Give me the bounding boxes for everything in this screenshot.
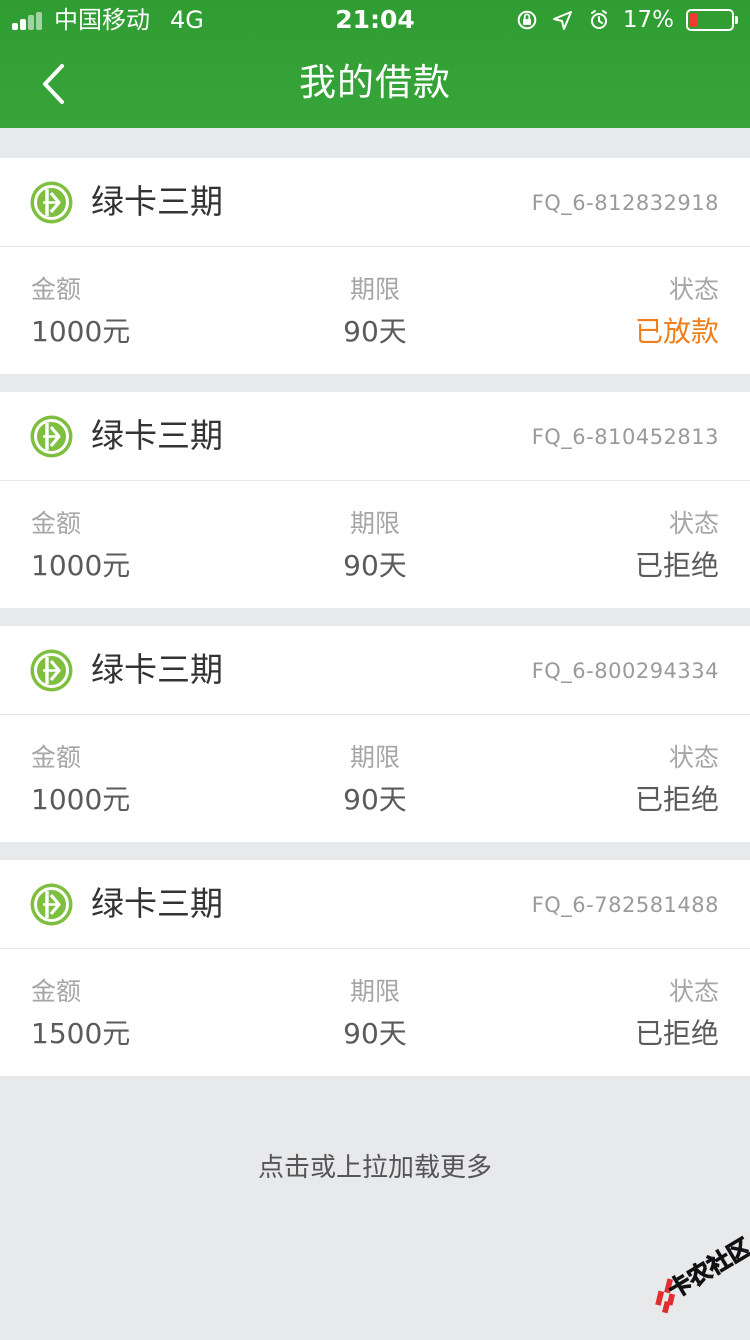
battery-percentage: 17%	[622, 7, 674, 33]
green-card-logo-icon	[30, 181, 73, 224]
loan-card-header: 绿卡三期 FQ_6-800294334	[0, 626, 750, 715]
status-value: 已放款	[634, 315, 719, 348]
status-value: 已拒绝	[634, 1017, 719, 1050]
loan-product-name: 绿卡三期	[91, 884, 223, 923]
loan-card-details: 金额 1000元 期限 90天 状态 已拒绝	[0, 481, 750, 608]
loan-card-header: 绿卡三期 FQ_6-810452813	[0, 392, 750, 481]
status-label: 状态	[668, 509, 719, 538]
loan-order-number: FQ_6-812832918	[531, 191, 719, 215]
loan-order-number: FQ_6-810452813	[531, 425, 719, 449]
status-value: 已拒绝	[634, 783, 719, 816]
loan-product-name: 绿卡三期	[91, 182, 223, 221]
battery-icon	[686, 9, 738, 31]
status-field: 状态 已拒绝	[635, 977, 719, 1053]
status-indicators: 17%	[515, 5, 738, 35]
battery-level	[690, 13, 697, 27]
green-card-logo-icon	[30, 883, 73, 926]
orientation-lock-icon	[515, 8, 539, 32]
status-field: 状态 已放款	[635, 275, 719, 351]
status-field: 状态 已拒绝	[635, 743, 719, 819]
green-card-logo-icon	[30, 649, 73, 692]
status-label: 状态	[668, 743, 719, 772]
loan-card[interactable]: 绿卡三期 FQ_6-800294334 金额 1000元 期限 90天 状态 已…	[0, 626, 750, 842]
status-field: 状态 已拒绝	[635, 509, 719, 585]
loan-card-header: 绿卡三期 FQ_6-812832918	[0, 158, 750, 247]
watermark-text: 卡农社区	[663, 1234, 750, 1305]
loan-card[interactable]: 绿卡三期 FQ_6-810452813 金额 1000元 期限 90天 状态 已…	[0, 392, 750, 608]
top-bar: 中国移动 4G 21:04 17% 我的借款	[0, 0, 750, 128]
community-watermark: 卡农社区	[631, 1224, 750, 1339]
loan-card-details: 金额 1500元 期限 90天 状态 已拒绝	[0, 949, 750, 1076]
location-arrow-icon	[551, 8, 575, 32]
loan-card-details: 金额 1000元 期限 90天 状态 已拒绝	[0, 715, 750, 842]
loan-product-name: 绿卡三期	[91, 416, 223, 455]
green-card-logo-icon	[30, 415, 73, 458]
loan-card[interactable]: 绿卡三期 FQ_6-782581488 金额 1500元 期限 90天 状态 已…	[0, 860, 750, 1076]
loan-card-header: 绿卡三期 FQ_6-782581488	[0, 860, 750, 949]
alarm-icon	[587, 8, 611, 32]
navigation-bar: 我的借款	[0, 40, 750, 128]
loan-order-number: FQ_6-800294334	[531, 659, 719, 683]
loan-product-name: 绿卡三期	[91, 650, 223, 689]
loan-card-details: 金额 1000元 期限 90天 状态 已放款	[0, 247, 750, 374]
status-label: 状态	[668, 977, 719, 1006]
loan-card[interactable]: 绿卡三期 FQ_6-812832918 金额 1000元 期限 90天 状态 已…	[0, 158, 750, 374]
loan-order-number: FQ_6-782581488	[531, 893, 719, 917]
load-more-button[interactable]: 点击或上拉加载更多	[0, 1150, 750, 1186]
status-value: 已拒绝	[634, 549, 719, 582]
page-title: 我的借款	[299, 61, 451, 104]
status-bar: 中国移动 4G 21:04 17%	[0, 0, 750, 40]
status-label: 状态	[668, 275, 719, 304]
